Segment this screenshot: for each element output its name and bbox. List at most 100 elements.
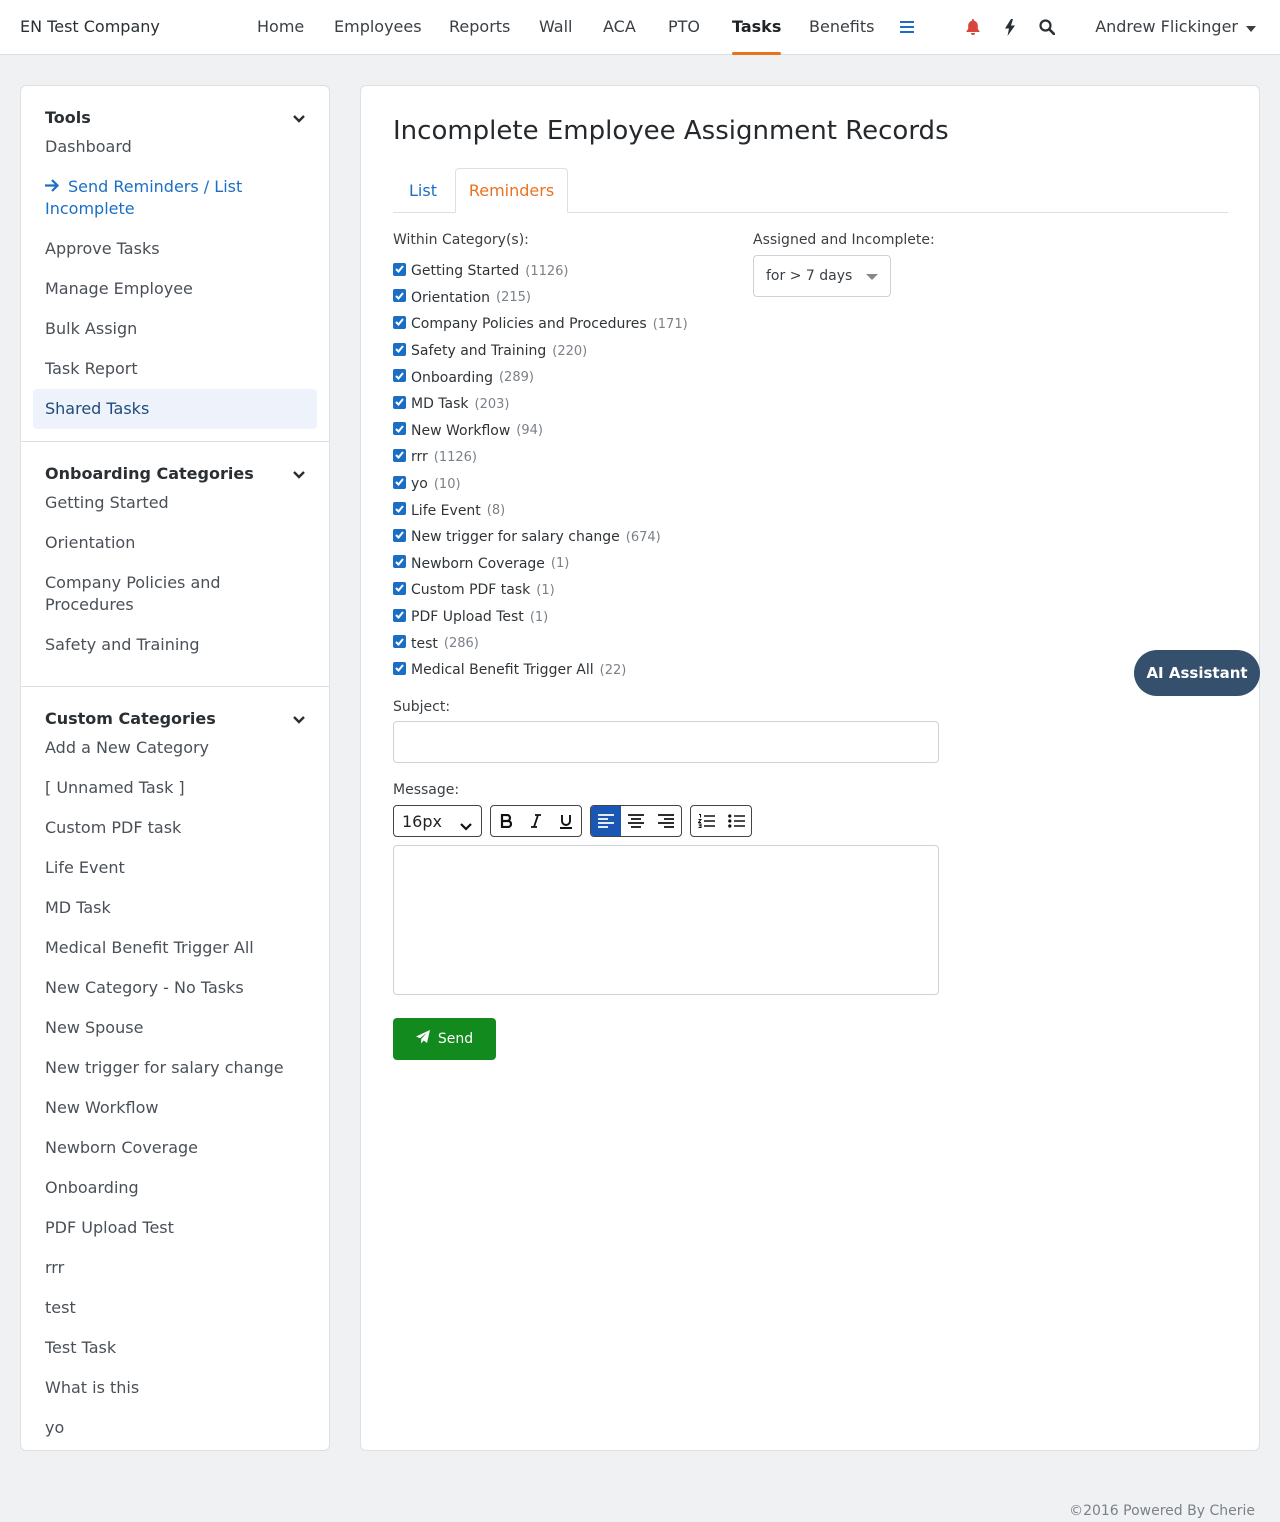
category-checkbox-row[interactable]: Life Event (8) [393,497,733,524]
checkbox-checked-icon[interactable] [393,289,406,303]
sidebar-item-custom-category[interactable]: yo [33,1417,317,1439]
sidebar-item-manage-employee[interactable]: Manage Employee [33,278,317,300]
checkbox-checked-icon[interactable] [393,528,406,542]
sidebar-item-shared-tasks[interactable]: Shared Tasks [33,389,317,429]
checkbox-checked-icon[interactable] [393,502,406,516]
sidebar-item-send-reminders[interactable]: Send Reminders / List Incomplete [33,176,317,220]
company-brand[interactable]: EN Test Company [20,17,160,36]
checkbox-checked-icon[interactable] [393,608,406,622]
checkbox-checked-icon[interactable] [393,262,406,276]
chevron-down-icon[interactable] [293,464,305,483]
sidebar-item-custom-category[interactable]: Medical Benefit Trigger All [33,937,317,959]
align-center-icon[interactable] [621,806,651,836]
align-left-icon[interactable] [591,806,621,836]
category-checkbox-row[interactable]: PDF Upload Test (1) [393,604,733,631]
nav-employees[interactable]: Employees [334,17,422,55]
sidebar-item-approve-tasks[interactable]: Approve Tasks [33,238,317,260]
checkbox-checked-icon[interactable] [393,581,406,595]
checkbox-checked-icon[interactable] [393,475,406,489]
font-size-select[interactable]: 16px [393,805,482,837]
nav-benefits[interactable]: Benefits [809,17,875,55]
sidebar-item-custom-category[interactable]: Life Event [33,857,317,879]
nav-pto[interactable]: PTO [668,17,700,55]
align-right-icon[interactable] [651,806,681,836]
italic-button[interactable] [521,806,551,836]
bullet-list-icon[interactable] [721,806,751,836]
category-checkbox-row[interactable]: New trigger for salary change (674) [393,524,733,551]
assigned-days-select[interactable]: for > 7 days [753,255,891,297]
category-checkbox-row[interactable]: rrr (1126) [393,444,733,471]
category-checkbox-row[interactable]: Getting Started (1126) [393,258,733,285]
sidebar-item-task-report[interactable]: Task Report [33,358,317,380]
checkbox-checked-icon[interactable] [393,342,406,356]
sidebar-item-custom-category[interactable]: PDF Upload Test [33,1217,317,1239]
sidebar-item-custom-category[interactable]: New Spouse [33,1017,317,1039]
send-button[interactable]: Send [393,1018,496,1060]
checkbox-checked-icon[interactable] [393,448,406,462]
category-checkbox-row[interactable]: Newborn Coverage (1) [393,551,733,578]
ai-assistant-button[interactable]: AI Assistant [1134,650,1260,696]
bolt-icon[interactable] [999,16,1021,38]
checkbox-checked-icon[interactable] [393,395,406,409]
message-textarea[interactable] [393,845,939,995]
sidebar-item-custom-category[interactable]: Custom PDF task [33,817,317,839]
bell-icon[interactable] [962,16,984,38]
tab-reminders[interactable]: Reminders [455,168,568,213]
tools-header[interactable]: Tools [33,100,317,130]
nav-home[interactable]: Home [257,17,304,55]
checkbox-checked-icon[interactable] [393,369,406,383]
sidebar-item-custom-category[interactable]: test [33,1297,317,1319]
sidebar-item-custom-category[interactable]: Onboarding [33,1177,317,1199]
category-checkbox-row[interactable]: New Workflow (94) [393,418,733,445]
category-count: (1126) [433,449,478,465]
category-checkbox-row[interactable]: Orientation (215) [393,285,733,312]
category-checkbox-row[interactable]: Onboarding (289) [393,364,733,391]
sidebar-item-company-policies[interactable]: Company Policies and Procedures [33,572,317,616]
sidebar-item-custom-category[interactable]: [ Unnamed Task ] [33,777,317,799]
user-menu[interactable]: Andrew Flickinger [1095,17,1256,36]
sidebar-item-dashboard[interactable]: Dashboard [33,136,317,158]
sidebar-item-custom-category[interactable]: What is this [33,1377,317,1399]
sidebar-item-custom-category[interactable]: Add a New Category [33,737,317,759]
chevron-down-icon[interactable] [293,709,305,728]
custom-header[interactable]: Custom Categories [33,701,317,731]
sidebar-item-custom-category[interactable]: New trigger for salary change [33,1057,317,1079]
sidebar-item-custom-category[interactable]: New Category - No Tasks [33,977,317,999]
category-checkbox-row[interactable]: Medical Benefit Trigger All (22) [393,657,733,684]
ordered-list-icon[interactable] [691,806,721,836]
nav-reports[interactable]: Reports [449,17,510,55]
bold-button[interactable] [491,806,521,836]
menu-icon[interactable] [896,16,918,38]
sidebar-item-custom-category[interactable]: Newborn Coverage [33,1137,317,1159]
subject-input[interactable] [393,721,939,763]
category-checkbox-row[interactable]: Custom PDF task (1) [393,577,733,604]
category-checkbox-row[interactable]: test (286) [393,630,733,657]
sidebar-item-custom-category[interactable]: rrr [33,1257,317,1279]
checkbox-checked-icon[interactable] [393,422,406,436]
category-checkbox-row[interactable]: Safety and Training (220) [393,338,733,365]
sidebar-item-custom-category[interactable]: Test Task [33,1337,317,1359]
sidebar-item-safety-training[interactable]: Safety and Training [33,634,317,656]
category-checkbox-row[interactable]: MD Task (203) [393,391,733,418]
onboarding-header[interactable]: Onboarding Categories [33,456,317,486]
checkbox-checked-icon[interactable] [393,635,406,649]
checkbox-checked-icon[interactable] [393,315,406,329]
nav-aca[interactable]: ACA [603,17,636,55]
sidebar-item-getting-started[interactable]: Getting Started [33,492,317,514]
sidebar-item-custom-category[interactable]: MD Task [33,897,317,919]
nav-wall[interactable]: Wall [539,17,573,55]
search-icon[interactable] [1036,16,1058,38]
category-name: New trigger for salary change [411,529,620,546]
category-checkbox-row[interactable]: yo (10) [393,471,733,498]
sidebar-item-custom-category[interactable]: New Workflow [33,1097,317,1119]
chevron-down-icon[interactable] [293,108,305,127]
tab-list[interactable]: List [393,168,453,213]
checkbox-checked-icon[interactable] [393,661,406,675]
category-count: (286) [443,636,479,652]
checkbox-checked-icon[interactable] [393,555,406,569]
underline-button[interactable] [551,806,581,836]
sidebar-item-bulk-assign[interactable]: Bulk Assign [33,318,317,340]
category-checkbox-row[interactable]: Company Policies and Procedures (171) [393,311,733,338]
nav-tasks[interactable]: Tasks [732,17,782,55]
sidebar-item-orientation[interactable]: Orientation [33,532,317,554]
